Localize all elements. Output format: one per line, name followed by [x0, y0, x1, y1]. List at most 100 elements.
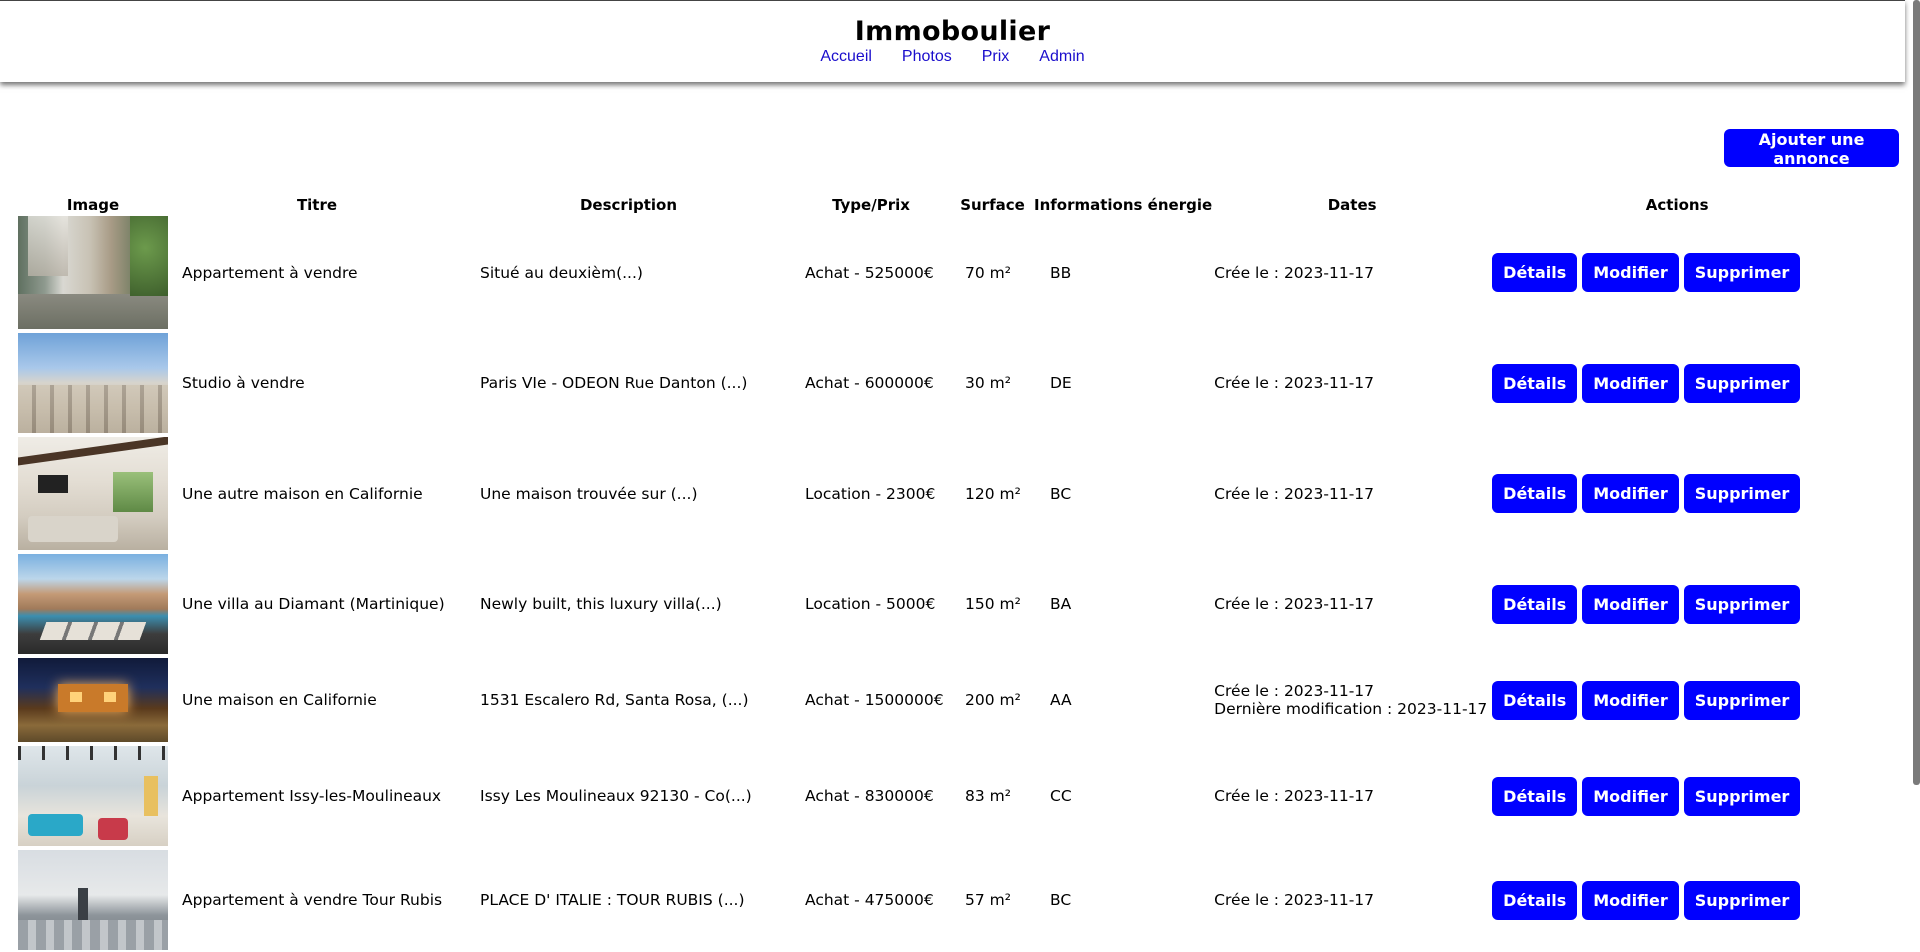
main-nav: Accueil Photos Prix Admin — [0, 48, 1905, 66]
created-date: Crée le : 2023-11-17 — [1214, 374, 1375, 392]
table-row: Appartement Issy-les-Moulineaux Issy Les… — [18, 744, 1862, 848]
listing-photo — [18, 216, 168, 329]
listing-energy: BB — [1050, 263, 1072, 282]
details-button[interactable]: Détails — [1492, 776, 1578, 816]
listing-description: Paris VIe - ODEON Rue Danton (...) — [480, 374, 748, 392]
listing-type-price: Achat - 525000€ — [805, 263, 934, 282]
listing-actions: Détails Modifier Supprimer — [1492, 552, 1862, 656]
column-header-energy: Informations énergie — [1034, 196, 1213, 214]
listing-photo — [18, 437, 168, 550]
created-date: Crée le : 2023-11-17 — [1214, 682, 1375, 700]
column-header-type-price: Type/Prix — [832, 196, 910, 214]
listing-title: Appartement à vendre Tour Rubis — [182, 891, 443, 909]
listing-dates: Crée le : 2023-11-17 — [1212, 744, 1492, 848]
delete-button[interactable]: Supprimer — [1683, 776, 1801, 816]
listing-type-price: Achat - 830000€ — [805, 787, 934, 805]
listing-energy: BC — [1050, 484, 1072, 503]
table-row: Une villa au Diamant (Martinique) Newly … — [18, 552, 1862, 656]
listing-title: Appartement Issy-les-Moulineaux — [182, 787, 442, 805]
nav-link-accueil[interactable]: Accueil — [820, 48, 872, 66]
listing-dates: Crée le : 2023-11-17 Dernière modificati… — [1212, 656, 1492, 744]
listing-energy: AA — [1050, 691, 1072, 709]
details-button[interactable]: Détails — [1492, 474, 1578, 513]
edit-button[interactable]: Modifier — [1582, 363, 1679, 403]
listing-actions: Détails Modifier Supprimer — [1492, 435, 1862, 552]
table-row: Studio à vendre Paris VIe - ODEON Rue Da… — [18, 331, 1862, 435]
listing-description: PLACE D' ITALIE : TOUR RUBIS (...) — [480, 891, 745, 909]
created-date: Crée le : 2023-11-17 — [1214, 595, 1375, 613]
listing-surface: 200 m² — [965, 691, 1021, 709]
listing-actions: Détails Modifier Supprimer — [1492, 848, 1862, 952]
edit-button[interactable]: Modifier — [1582, 584, 1679, 624]
table-row: Appartement à vendre Situé au deuxièm(..… — [18, 214, 1862, 331]
listing-description: 1531 Escalero Rd, Santa Rosa, (...) — [480, 691, 749, 709]
delete-button[interactable]: Supprimer — [1683, 474, 1801, 513]
listing-type-price: Location - 2300€ — [805, 484, 936, 503]
details-button[interactable]: Détails — [1492, 363, 1578, 403]
listing-actions: Détails Modifier Supprimer — [1492, 331, 1862, 435]
details-button[interactable]: Détails — [1492, 880, 1578, 920]
edit-button[interactable]: Modifier — [1582, 880, 1679, 920]
listing-dates: Crée le : 2023-11-17 — [1212, 331, 1492, 435]
listing-actions: Détails Modifier Supprimer — [1492, 656, 1862, 744]
nav-link-photos[interactable]: Photos — [902, 48, 952, 66]
listing-title: Une villa au Diamant (Martinique) — [182, 595, 445, 613]
listing-surface: 120 m² — [965, 484, 1021, 503]
created-date: Crée le : 2023-11-17 — [1214, 484, 1375, 503]
listing-description: Une maison trouvée sur (...) — [480, 484, 698, 503]
created-date: Crée le : 2023-11-17 — [1214, 263, 1375, 282]
listing-dates: Crée le : 2023-11-17 — [1212, 435, 1492, 552]
listing-description: Newly built, this luxury villa(...) — [480, 595, 722, 613]
listing-title: Une maison en Californie — [182, 691, 377, 709]
listing-photo — [18, 333, 168, 433]
details-button[interactable]: Détails — [1492, 584, 1578, 624]
edit-button[interactable]: Modifier — [1582, 474, 1679, 513]
table-row: Appartement à vendre Tour Rubis PLACE D'… — [18, 848, 1862, 952]
delete-button[interactable]: Supprimer — [1683, 680, 1801, 720]
listing-dates: Crée le : 2023-11-17 — [1212, 552, 1492, 656]
listing-energy: BC — [1050, 891, 1072, 909]
column-header-description: Description — [579, 196, 678, 214]
listing-surface: 70 m² — [965, 263, 1011, 282]
listing-photo — [18, 746, 168, 846]
edit-button[interactable]: Modifier — [1582, 680, 1679, 720]
delete-button[interactable]: Supprimer — [1683, 253, 1801, 292]
table-row: Une autre maison en Californie Une maiso… — [18, 435, 1862, 552]
listing-surface: 150 m² — [965, 595, 1021, 613]
delete-button[interactable]: Supprimer — [1683, 880, 1801, 920]
created-date: Crée le : 2023-11-17 — [1214, 891, 1375, 909]
delete-button[interactable]: Supprimer — [1683, 584, 1801, 624]
listing-energy: BA — [1050, 595, 1072, 613]
nav-link-prix[interactable]: Prix — [982, 48, 1010, 66]
listing-title: Une autre maison en Californie — [182, 484, 423, 503]
details-button[interactable]: Détails — [1492, 253, 1578, 292]
modified-date: Dernière modification : 2023-11-17 — [1214, 700, 1488, 718]
vertical-scrollbar[interactable] — [1913, 0, 1920, 785]
listing-actions: Détails Modifier Supprimer — [1492, 214, 1862, 331]
listing-title: Studio à vendre — [182, 374, 305, 392]
created-date: Crée le : 2023-11-17 — [1214, 787, 1375, 805]
site-header: Immoboulier Accueil Photos Prix Admin — [0, 0, 1905, 82]
edit-button[interactable]: Modifier — [1582, 253, 1679, 292]
listing-description: Situé au deuxièm(...) — [480, 263, 643, 282]
details-button[interactable]: Détails — [1492, 680, 1578, 720]
listing-energy: CC — [1050, 787, 1072, 805]
column-header-actions: Actions — [1645, 196, 1709, 214]
listing-type-price: Location - 5000€ — [805, 595, 936, 613]
column-header-dates: Dates — [1327, 196, 1377, 214]
nav-link-admin[interactable]: Admin — [1039, 48, 1084, 66]
listing-surface: 30 m² — [965, 374, 1011, 392]
listing-photo — [18, 554, 168, 654]
listing-photo — [18, 658, 168, 742]
table-header-row: Image Titre Description Type/Prix Surfac… — [18, 190, 1862, 214]
listing-type-price: Achat - 475000€ — [805, 891, 934, 909]
add-listing-button[interactable]: Ajouter une annonce — [1724, 129, 1899, 168]
column-header-image: Image — [66, 196, 120, 214]
listing-actions: Détails Modifier Supprimer — [1492, 744, 1862, 848]
delete-button[interactable]: Supprimer — [1683, 363, 1801, 403]
edit-button[interactable]: Modifier — [1582, 776, 1679, 816]
listing-dates: Crée le : 2023-11-17 — [1212, 848, 1492, 952]
listing-photo — [18, 850, 168, 950]
listing-surface: 57 m² — [965, 891, 1011, 909]
listing-energy: DE — [1050, 374, 1072, 392]
